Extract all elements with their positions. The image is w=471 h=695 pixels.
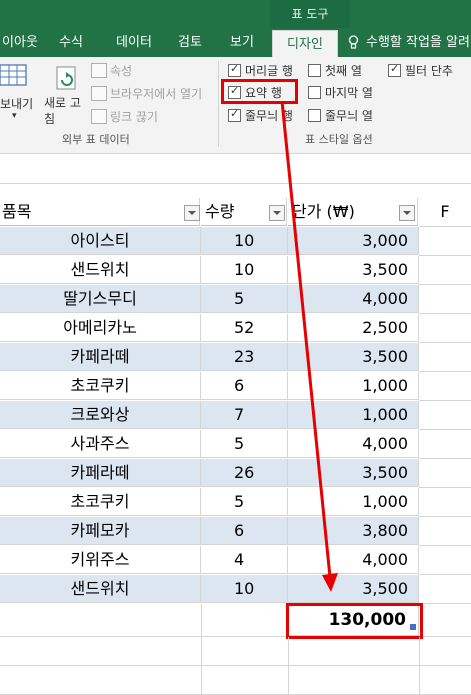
cell-empty[interactable]: [288, 666, 420, 695]
cell-empty[interactable]: [201, 666, 289, 695]
cell-empty[interactable]: [0, 666, 202, 695]
cell-empty[interactable]: [419, 666, 471, 695]
annotation-arrow: [280, 100, 338, 592]
